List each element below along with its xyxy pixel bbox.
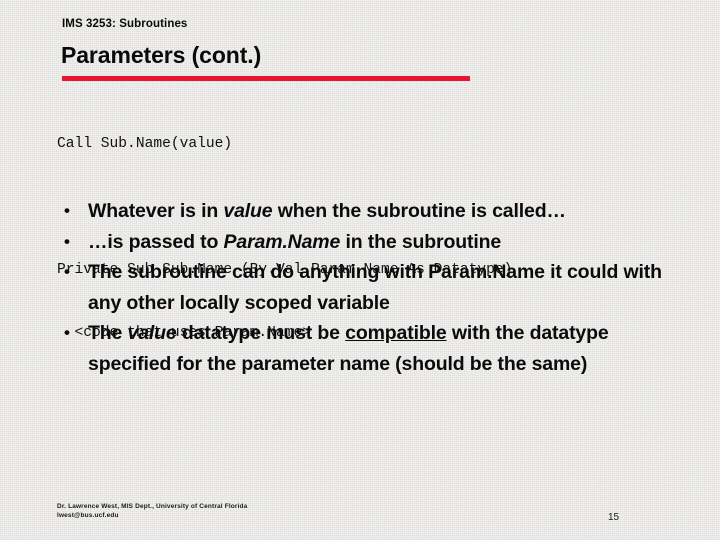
bullet-text-run: The bbox=[88, 322, 128, 344]
bullet-text: The subroutine can do anything with Para… bbox=[88, 261, 662, 314]
bullet-text-run: value bbox=[127, 322, 177, 344]
bullet-text-run: datatype must be bbox=[176, 322, 346, 344]
bullet-item: • The subroutine can do anything with Par… bbox=[58, 257, 678, 318]
bullet-marker-icon: • bbox=[64, 262, 70, 281]
bullet-text-run: Param.Name bbox=[223, 230, 341, 253]
bullet-item: • Whatever is in value when the subroutin… bbox=[58, 196, 678, 227]
slide-content: IMS 3253: Subroutines Parameters (cont.)… bbox=[0, 0, 720, 540]
bullet-text-run: compatible bbox=[345, 322, 447, 344]
bullet-text-run: The subroutine can do anything with Para… bbox=[88, 261, 662, 314]
bullet-text: …is passed to Param.Name in the subrouti… bbox=[88, 231, 501, 253]
bullet-marker-icon: • bbox=[64, 201, 70, 220]
bullet-marker-icon: • bbox=[64, 231, 70, 251]
bullet-text-run: when the subroutine is called… bbox=[272, 200, 566, 222]
bullet-text-run: …is passed to bbox=[88, 230, 224, 253]
bullet-text: Whatever is in value when the subroutine… bbox=[88, 200, 566, 222]
bullet-text-run: in the subroutine bbox=[340, 230, 502, 253]
bullet-text-run: Whatever is in bbox=[88, 200, 224, 222]
code-line-call: Call Sub.Name(value) bbox=[57, 136, 233, 152]
bullet-marker-icon: • bbox=[64, 323, 70, 342]
bullet-text-run: value bbox=[223, 200, 273, 222]
bullet-text: The value datatype must be compatible wi… bbox=[88, 322, 609, 375]
title-divider bbox=[62, 76, 470, 81]
footer-credit: Dr. Lawrence West, MIS Dept., University… bbox=[57, 503, 247, 520]
bullet-item: • …is passed to Param.Name in the subrout… bbox=[58, 227, 678, 258]
bullet-list: • Whatever is in value when the subroutin… bbox=[58, 196, 678, 379]
slide-number: 15 bbox=[608, 512, 620, 523]
footer-email: lwest@bus.ucf.edu bbox=[57, 511, 119, 519]
page-title: Parameters (cont.) bbox=[61, 42, 262, 68]
bullet-item: • The value datatype must be compatible w… bbox=[58, 318, 678, 379]
footer-author: Dr. Lawrence West, MIS Dept., University… bbox=[57, 503, 248, 510]
course-label: IMS 3253: Subroutines bbox=[62, 18, 188, 30]
